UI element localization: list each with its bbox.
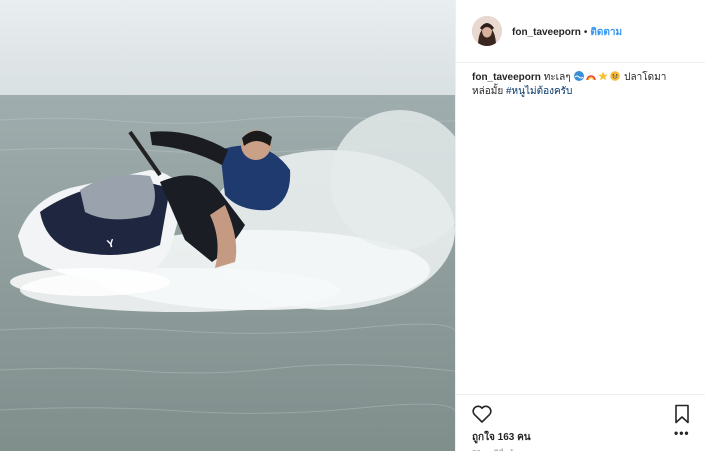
- instagram-post: Y fon_taveeporn • ติดตาม fon_taveeporn ท…: [0, 0, 705, 457]
- caption-text-start: ทะเลๆ: [543, 72, 571, 83]
- post-header: fon_taveeporn • ติดตาม: [456, 0, 705, 63]
- heart-icon[interactable]: [472, 405, 492, 423]
- bottom-divider: [0, 451, 705, 457]
- avatar[interactable]: [472, 16, 502, 46]
- caption-hashtag[interactable]: #หนูไม่ต้องครับ: [506, 86, 572, 97]
- star-emoji: [598, 71, 609, 81]
- separator-dot: •: [583, 27, 588, 38]
- rainbow-emoji: [586, 75, 597, 81]
- avatar-image: [472, 16, 502, 46]
- ocean-emoji: [574, 71, 585, 81]
- username-link[interactable]: fon_taveeporn: [512, 27, 581, 38]
- post-actions: ถูกใจ 163 คน ••• 39 นาทีที่แล้ว: [456, 394, 705, 457]
- more-icon[interactable]: •••: [674, 426, 690, 440]
- bookmark-icon[interactable]: [674, 404, 690, 424]
- post-photo[interactable]: Y: [0, 0, 455, 457]
- grin-emoji: [610, 71, 621, 81]
- follow-button[interactable]: ติดตาม: [590, 27, 622, 38]
- caption-text-mid: ปลาโดมา: [624, 72, 667, 83]
- caption-username[interactable]: fon_taveeporn: [472, 72, 541, 83]
- post-sidebar: fon_taveeporn • ติดตาม fon_taveeporn ทะเลๆ…: [455, 0, 705, 457]
- jet-ski-photo: Y: [0, 0, 455, 457]
- likes-count[interactable]: ถูกใจ 163 คน: [472, 430, 531, 445]
- post-caption: fon_taveeporn ทะเลๆ ปลาโดมา หล่อมั้ย #หน…: [472, 71, 694, 99]
- caption-text-line2: หล่อมั้ย: [472, 86, 504, 97]
- header-text: fon_taveeporn • ติดตาม: [512, 25, 622, 40]
